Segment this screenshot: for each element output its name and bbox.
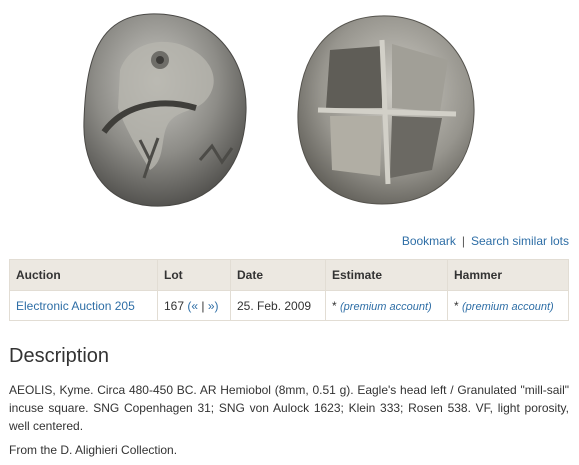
header-date: Date (230, 259, 326, 291)
header-estimate: Estimate (325, 259, 448, 291)
description-heading: Description (9, 345, 110, 367)
coin-obverse (83, 13, 247, 207)
hammer-asterisk: * (454, 298, 459, 313)
actions-separator: | (461, 234, 465, 248)
provenance-text: From the D. Alighieri Collection. (9, 443, 178, 457)
cell-lot: 167 (« | ») (157, 290, 231, 321)
table-header-row: Auction Lot Date Estimate Hammer (9, 259, 569, 291)
hammer-premium-link[interactable]: (premium account) (462, 301, 554, 313)
header-hammer: Hammer (447, 259, 569, 291)
lot-number: 167 (164, 298, 185, 313)
coin-reverse (297, 15, 475, 205)
lot-info-table: Auction Lot Date Estimate Hammer Electro… (9, 259, 569, 321)
cell-date: 25. Feb. 2009 (230, 290, 326, 321)
description-text: AEOLIS, Kyme. Circa 480-450 BC. AR Hemio… (9, 383, 569, 433)
table-row: Electronic Auction 205 167 (« | ») 25. F… (9, 290, 569, 321)
previous-lot-link[interactable]: (« (187, 299, 198, 313)
lot-nav-separator: | (201, 298, 205, 313)
auction-link[interactable]: Electronic Auction 205 (16, 299, 135, 313)
header-auction: Auction (9, 259, 158, 291)
coin-image[interactable] (0, 0, 579, 228)
estimate-asterisk: * (332, 298, 337, 313)
cell-auction: Electronic Auction 205 (9, 290, 158, 321)
header-lot: Lot (157, 259, 231, 291)
lot-actions: Bookmark | Search similar lots (402, 234, 569, 248)
bookmark-link[interactable]: Bookmark (402, 234, 456, 248)
cell-estimate: * (premium account) (325, 290, 448, 321)
next-lot-link[interactable]: ») (208, 299, 219, 313)
cell-hammer: * (premium account) (447, 290, 569, 321)
search-similar-lots-link[interactable]: Search similar lots (471, 234, 569, 248)
estimate-premium-link[interactable]: (premium account) (340, 301, 432, 313)
